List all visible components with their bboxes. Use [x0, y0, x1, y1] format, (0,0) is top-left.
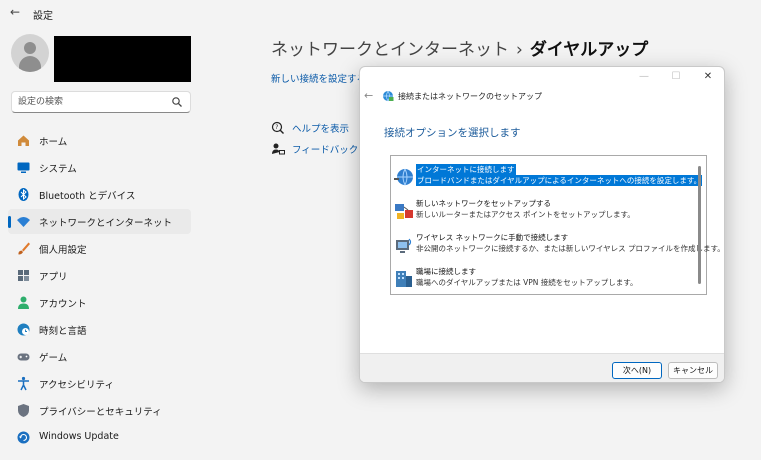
sidebar-item-label: アプリ	[39, 272, 68, 283]
avatar-head	[24, 42, 36, 54]
sidebar-item-bluetooth[interactable]: Bluetooth とデバイス	[8, 182, 191, 207]
help-link-label[interactable]: ヘルプを表示	[292, 121, 349, 135]
shield-icon	[18, 404, 29, 417]
dialog-footer: 次へ(N) キャンセル	[360, 353, 724, 382]
apps-icon	[18, 270, 29, 281]
title-bar: ← 設定	[0, 0, 761, 26]
sidebar-item-label: アカウント	[39, 299, 87, 310]
option-description: 新しいルーターまたはアクセス ポイントをセットアップします。	[416, 210, 635, 219]
brush-icon	[18, 242, 30, 255]
search-input[interactable]	[18, 95, 168, 109]
system-display-icon	[17, 162, 30, 173]
option-title: 新しいネットワークをセットアップする	[416, 199, 551, 208]
sidebar-item-label: Bluetooth とデバイス	[39, 191, 136, 202]
sidebar-item-label: システム	[39, 164, 77, 175]
sidebar-item-windows-update[interactable]: Windows Update	[8, 425, 191, 450]
sidebar-item-label: ネットワークとインターネット	[39, 218, 173, 229]
minimize-icon[interactable]: —	[628, 67, 660, 85]
account-icon	[18, 296, 29, 309]
globe-clock-icon	[17, 323, 30, 336]
connection-options-list: インターネットに接続します ブロードバンドまたはダイヤルアップによるインターネッ…	[390, 155, 724, 295]
options-scrollbar[interactable]	[698, 166, 701, 284]
dialog-heading: 接続オプションを選択します	[384, 127, 521, 139]
bluetooth-icon	[18, 188, 29, 201]
option-connect-workplace[interactable]: 職場に接続します 職場へのダイヤルアップまたは VPN 接続をセットアップします…	[392, 265, 692, 295]
sidebar-item-time-language[interactable]: 時刻と言語	[8, 317, 191, 342]
wireless-network-icon	[396, 238, 412, 253]
sidebar-item-system[interactable]: システム	[8, 155, 191, 180]
help-icon: ?	[271, 121, 284, 134]
network-router-icon	[395, 204, 413, 219]
account-name-redacted	[54, 36, 191, 82]
option-title: 職場に接続します	[416, 267, 476, 276]
dialog-window-controls: — ☐ ✕	[628, 67, 724, 85]
option-description: ブロードバンドまたはダイヤルアップによるインターネットへの接続を設定します。	[416, 175, 703, 186]
option-description: 職場へのダイヤルアップまたは VPN 接続をセットアップします。	[416, 278, 638, 287]
option-connect-internet[interactable]: インターネットに接続します ブロードバンドまたはダイヤルアップによるインターネッ…	[392, 163, 703, 193]
breadcrumb-parent[interactable]: ネットワークとインターネット	[271, 40, 509, 60]
sidebar-item-label: アクセシビリティ	[39, 380, 114, 391]
help-link[interactable]: ? ヘルプを表示	[271, 121, 349, 135]
sidebar-item-label: 時刻と言語	[39, 326, 87, 337]
option-new-network[interactable]: 新しいネットワークをセットアップする 新しいルーターまたはアクセス ポイントをセ…	[392, 197, 692, 227]
dialog-title: 接続またはネットワークのセットアップ	[398, 92, 542, 101]
new-connection-link[interactable]: 新しい接続を設定する	[271, 71, 366, 85]
window-title: 設定	[33, 11, 53, 22]
sidebar-item-label: Windows Update	[39, 431, 119, 442]
svg-text:?: ?	[275, 124, 278, 131]
home-icon	[18, 135, 29, 146]
sidebar-item-network[interactable]: ネットワークとインターネット	[8, 209, 191, 234]
sidebar-item-personalization[interactable]: 個人用設定	[8, 236, 191, 261]
sidebar-item-accessibility[interactable]: アクセシビリティ	[8, 371, 191, 396]
maximize-icon[interactable]: ☐	[660, 67, 692, 85]
sidebar-item-accounts[interactable]: アカウント	[8, 290, 191, 315]
option-manual-wireless[interactable]: ワイヤレス ネットワークに手動で接続します 非公開のネットワークに接続するか、ま…	[392, 231, 724, 261]
feedback-icon	[272, 143, 285, 155]
search-box[interactable]	[11, 91, 191, 113]
breadcrumb-separator: ›	[516, 40, 523, 60]
sidebar-item-gaming[interactable]: ゲーム	[8, 344, 191, 369]
page-title: ダイヤルアップ	[529, 40, 649, 60]
wifi-icon	[17, 217, 30, 227]
workplace-vpn-icon	[396, 271, 412, 287]
breadcrumb: ネットワークとインターネット › ダイヤルアップ	[271, 35, 648, 60]
close-icon[interactable]: ✕	[692, 67, 724, 85]
sidebar-item-label: プライバシーとセキュリティ	[39, 407, 162, 418]
next-button[interactable]: 次へ(N)	[612, 362, 662, 379]
gamepad-icon	[17, 353, 30, 361]
sidebar-item-privacy[interactable]: プライバシーとセキュリティ	[8, 398, 191, 423]
network-setup-icon	[383, 90, 394, 102]
accessibility-icon	[18, 376, 29, 391]
windows-update-icon	[17, 431, 30, 444]
search-icon[interactable]	[171, 96, 183, 108]
option-title: インターネットに接続します	[416, 164, 516, 175]
back-arrow-icon[interactable]: ←	[10, 5, 20, 19]
sidebar-item-label: ホーム	[39, 137, 68, 148]
setup-connection-dialog: — ☐ ✕ ← 接続またはネットワークのセットアップ 接続オプションを選択します…	[359, 66, 725, 383]
sidebar-item-apps[interactable]: アプリ	[8, 263, 191, 288]
sidebar-item-label: 個人用設定	[39, 245, 87, 256]
avatar-body	[19, 56, 41, 72]
sidebar-item-label: ゲーム	[39, 353, 68, 364]
internet-globe-icon	[394, 168, 413, 187]
dialog-back-arrow-icon[interactable]: ←	[364, 89, 373, 102]
avatar[interactable]	[11, 34, 49, 72]
cancel-button[interactable]: キャンセル	[668, 362, 718, 379]
sidebar-item-home[interactable]: ホーム	[8, 128, 191, 153]
option-description: 非公開のネットワークに接続するか、または新しいワイヤレス プロファイルを作成しま…	[416, 244, 725, 253]
option-title: ワイヤレス ネットワークに手動で接続します	[416, 233, 569, 242]
